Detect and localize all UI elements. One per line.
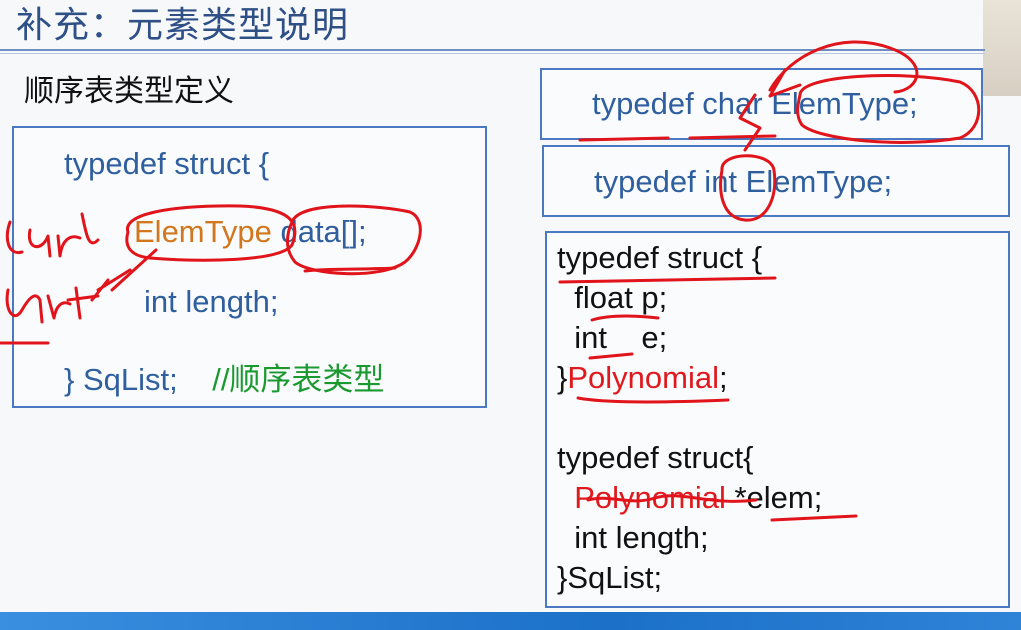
sqlist-line-1: typedef struct{: [557, 440, 754, 475]
typedef-char-text: typedef char ElemType;: [592, 86, 918, 121]
elemtype-keyword: ElemType: [134, 214, 272, 249]
data-array: data[];: [271, 214, 367, 249]
section-heading: 顺序表类型定义: [24, 74, 234, 109]
sqlist-line-2: Polynomial *elem;: [557, 480, 822, 516]
poly-line-1: typedef struct {: [557, 240, 763, 275]
code-line-data: ElemType data[];: [134, 214, 367, 250]
code-line-length: int length;: [144, 284, 279, 319]
bottom-bar: [0, 612, 1021, 630]
code-line-sqlist: } SqList; //顺序表类型: [64, 354, 384, 399]
poly-line-3: int e;: [557, 320, 668, 355]
sqlist-comment: //顺序表类型: [212, 362, 385, 397]
webcam-overlay: [983, 0, 1021, 96]
poly-close-brace: }: [557, 360, 568, 395]
sqlist-line-4: }SqList;: [557, 560, 663, 595]
poly-semicolon: ;: [718, 360, 728, 395]
poly-line-2: float p;: [557, 280, 668, 315]
sqlist-close: } SqList;: [64, 362, 178, 397]
elem-pointer: *elem;: [725, 480, 823, 515]
title-divider-secondary: [0, 53, 985, 54]
title-divider: [0, 49, 985, 51]
code-line-typedef: typedef struct {: [64, 146, 270, 181]
polynomial-name: Polynomial: [567, 360, 719, 395]
slide-title: 补充：元素类型说明: [16, 5, 350, 46]
poly-line-4: }Polynomial;: [557, 360, 728, 396]
polynomial-pointer-type: Polynomial: [574, 480, 726, 515]
sqlist-line-3: int length;: [557, 520, 709, 555]
typedef-int-text: typedef int ElemType;: [594, 164, 893, 199]
